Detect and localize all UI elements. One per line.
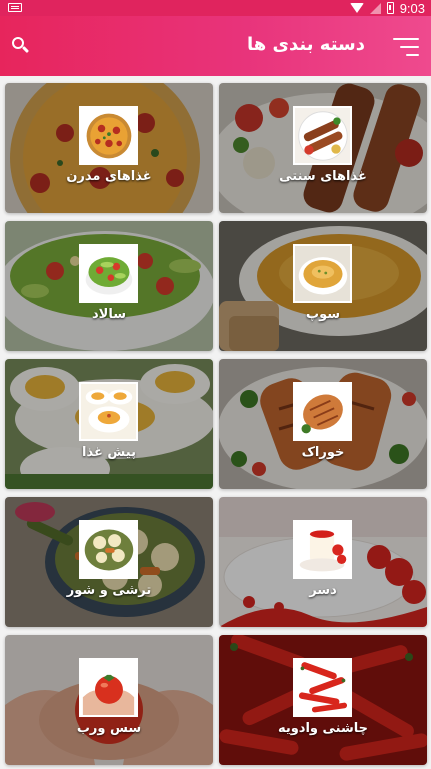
soup-thumbnail	[293, 244, 352, 303]
category-label: غذاهای مدرن	[66, 169, 152, 184]
app-bar: دسته بندی ها	[0, 16, 431, 76]
category-label: دسر	[309, 583, 337, 598]
category-card-sauces[interactable]: سس ورب	[5, 635, 213, 765]
category-label: خوراک	[301, 445, 345, 460]
category-label: سالاد	[91, 307, 127, 322]
pickles-thumbnail	[79, 520, 138, 579]
category-card-soup[interactable]: سوپ	[219, 221, 427, 351]
chili-thumbnail	[293, 658, 352, 717]
pizza-thumbnail	[79, 106, 138, 165]
category-card-pickles[interactable]: ترشی و شور	[5, 497, 213, 627]
signal-icon	[369, 2, 381, 14]
category-label: سس ورب	[76, 721, 142, 736]
category-card-appetizer[interactable]: پیش غذا	[5, 359, 213, 489]
status-time: 9:03	[399, 0, 425, 16]
chicken-thumbnail	[293, 382, 352, 441]
wifi-icon	[349, 3, 364, 13]
menu-icon[interactable]	[393, 38, 419, 58]
category-label: غذاهای سنتی	[279, 169, 367, 184]
category-card-modern[interactable]: غذاهای مدرن	[5, 83, 213, 213]
category-card-traditional[interactable]: غذاهای سنتی	[219, 83, 427, 213]
category-card-salad[interactable]: سالاد	[5, 221, 213, 351]
kebab-thumbnail	[293, 106, 352, 165]
category-label: ترشی و شور	[66, 583, 152, 598]
category-card-spices[interactable]: چاشنی وادویه	[219, 635, 427, 765]
category-label: سوپ	[306, 307, 340, 322]
page-title: دسته بندی ها	[247, 34, 365, 55]
dessert-thumbnail	[293, 520, 352, 579]
search-icon[interactable]	[12, 37, 30, 55]
salad-thumbnail	[79, 244, 138, 303]
eggs-thumbnail	[79, 382, 138, 441]
category-label: پیش غذا	[82, 445, 136, 460]
category-label: چاشنی وادویه	[277, 721, 369, 736]
category-card-dessert[interactable]: دسر	[219, 497, 427, 627]
keyboard-icon	[8, 3, 22, 12]
tomato-thumbnail	[79, 658, 138, 717]
category-card-main-dish[interactable]: خوراک	[219, 359, 427, 489]
status-bar: 9:03	[0, 0, 431, 16]
status-icons: 9:03	[349, 0, 425, 16]
battery-icon	[386, 2, 394, 14]
